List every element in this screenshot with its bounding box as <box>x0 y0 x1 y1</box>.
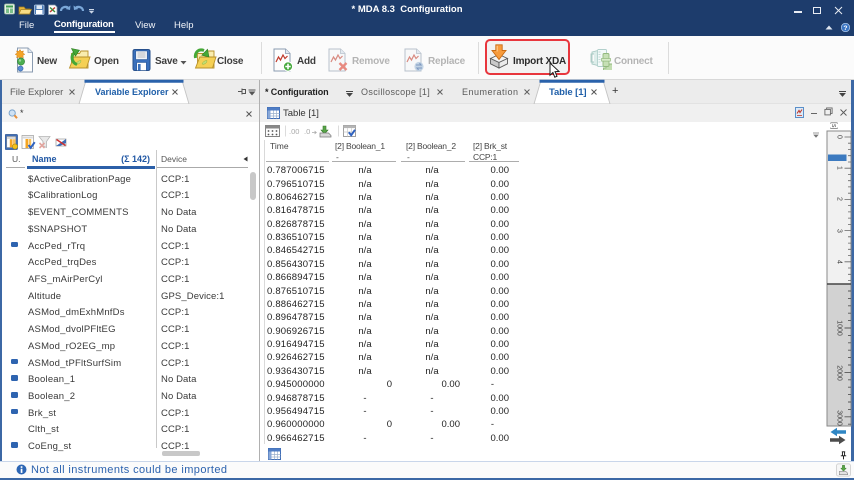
svg-text:0: 0 <box>836 135 843 139</box>
svg-text:.0: .0 <box>304 127 310 136</box>
svg-text:.00: .00 <box>289 127 299 136</box>
svg-text:3: 3 <box>836 229 843 233</box>
svg-text:?: ? <box>843 25 847 32</box>
svg-text:4: 4 <box>836 260 843 264</box>
svg-text:1000: 1000 <box>836 320 843 336</box>
svg-text:3000: 3000 <box>836 410 843 426</box>
svg-text:2000: 2000 <box>836 365 843 381</box>
svg-text:1: 1 <box>836 166 843 170</box>
svg-text:[s]: [s] <box>830 122 837 129</box>
svg-text:2: 2 <box>836 197 843 201</box>
